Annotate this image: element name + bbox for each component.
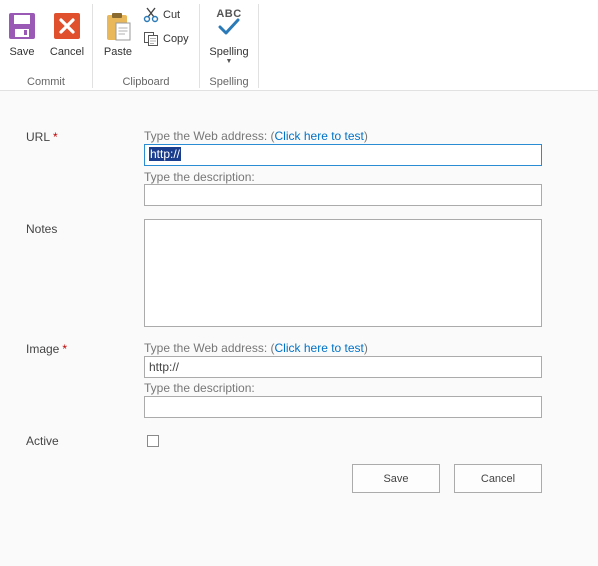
image-label-text: Image	[26, 342, 60, 356]
url-label: URL *	[26, 130, 58, 144]
url-description-input[interactable]	[144, 184, 542, 206]
save-icon	[8, 12, 36, 40]
image-hint-prefix: Type the Web address: (	[144, 341, 275, 355]
commit-group-label: Commit	[27, 76, 65, 88]
ribbon-save-label: Save	[9, 46, 35, 58]
ribbon-cancel-button[interactable]: Cancel	[47, 8, 87, 58]
spell-check-icon: ABC	[214, 8, 244, 38]
url-address-hint: Type the Web address: (Click here to tes…	[144, 129, 368, 143]
dropdown-arrow-icon: ▼	[225, 58, 233, 65]
url-address-value: http://	[149, 147, 182, 161]
active-checkbox[interactable]	[147, 435, 159, 447]
image-hint-suffix: )	[363, 341, 368, 355]
copy-label: Copy	[163, 33, 189, 45]
image-address-hint: Type the Web address: (Click here to tes…	[144, 341, 368, 355]
required-mark: *	[53, 130, 58, 144]
cut-button[interactable]: Cut	[143, 6, 180, 24]
cancel-icon	[53, 12, 81, 40]
spelling-button[interactable]: ABC Spelling ▼	[206, 8, 252, 66]
group-divider	[258, 4, 259, 88]
clipboard-group: Paste Cut Copy Clipboard	[93, 0, 199, 90]
image-description-hint: Type the description:	[144, 381, 255, 395]
image-test-link[interactable]: Click here to test	[275, 341, 364, 355]
image-address-input[interactable]	[144, 356, 542, 378]
ribbon-cancel-label: Cancel	[49, 46, 85, 58]
paste-icon	[104, 12, 132, 41]
notes-label: Notes	[26, 222, 58, 236]
spelling-label: Spelling	[209, 46, 249, 58]
image-label: Image *	[26, 342, 67, 356]
required-mark: *	[62, 342, 68, 356]
spelling-group-label: Spelling	[209, 76, 249, 88]
url-test-link[interactable]: Click here to test	[275, 129, 364, 143]
paste-label: Paste	[103, 46, 133, 58]
url-address-input[interactable]: http://	[144, 144, 542, 166]
scissors-icon	[143, 7, 159, 23]
spelling-group: ABC Spelling ▼ Spelling	[200, 0, 258, 90]
url-hint-prefix: Type the Web address: (	[144, 129, 275, 143]
cut-label: Cut	[163, 9, 181, 21]
url-hint-suffix: )	[363, 129, 368, 143]
url-label-text: URL	[26, 130, 51, 144]
copy-icon	[143, 31, 159, 47]
url-description-hint: Type the description:	[144, 170, 255, 184]
active-label: Active	[26, 434, 59, 448]
commit-group: Save Cancel Commit	[0, 0, 92, 90]
ribbon: Save Cancel Commit Paste Cut Copy Clipbo…	[0, 0, 598, 91]
paste-button[interactable]: Paste	[98, 8, 138, 58]
ribbon-save-button[interactable]: Save	[2, 8, 42, 58]
image-description-input[interactable]	[144, 396, 542, 418]
clipboard-group-label: Clipboard	[122, 76, 170, 88]
save-button[interactable]: Save	[352, 464, 440, 493]
cancel-button[interactable]: Cancel	[454, 464, 542, 493]
copy-button[interactable]: Copy	[143, 30, 189, 48]
notes-textarea[interactable]	[144, 219, 542, 327]
